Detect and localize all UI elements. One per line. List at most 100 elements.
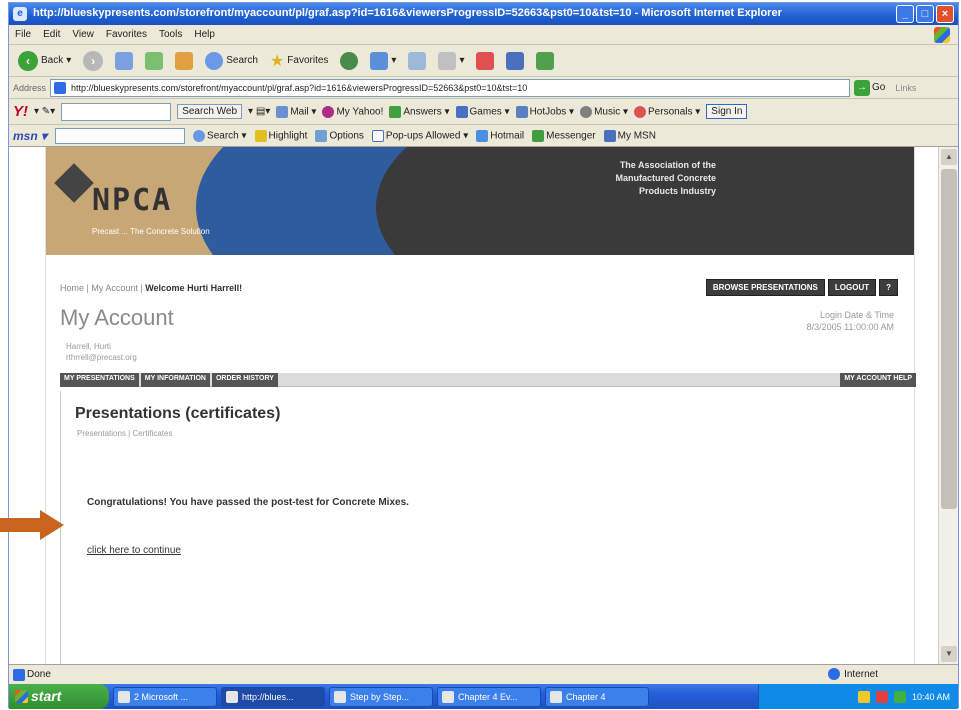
presentations-panel: Presentations (certificates) Presentatio… xyxy=(60,391,916,664)
yahoo-games[interactable]: Games ▾ xyxy=(455,105,510,118)
menu-bar: File Edit View Favorites Tools Help xyxy=(9,25,958,45)
page-icon xyxy=(54,81,67,94)
scroll-thumb[interactable] xyxy=(941,169,957,509)
yahoo-music[interactable]: Music ▾ xyxy=(580,105,628,118)
yahoo-dropdown-icon[interactable]: ▾ ✎▾ xyxy=(34,106,55,117)
yahoo-toolbar: Y! ▾ ✎▾ Search Web ▾ ▤▾ Mail ▾ My Yahoo!… xyxy=(9,99,958,125)
task-chapter-4-ev[interactable]: Chapter 4 Ev... xyxy=(437,686,541,707)
popup-icon xyxy=(371,129,384,142)
ie-window: e http://blueskypresents.com/storefront/… xyxy=(8,2,959,709)
title-bar[interactable]: e http://blueskypresents.com/storefront/… xyxy=(9,3,958,25)
panel-subnav[interactable]: Presentations | Certificates xyxy=(77,429,172,438)
go-button[interactable]: → Go xyxy=(854,79,885,96)
stop-button[interactable] xyxy=(112,49,136,73)
msn-hotmail[interactable]: Hotmail xyxy=(476,129,524,142)
tab-my-information[interactable]: MY INFORMATION xyxy=(140,373,210,387)
scroll-down-icon[interactable]: ▼ xyxy=(941,646,957,662)
task-chapter-4[interactable]: Chapter 4 xyxy=(545,686,649,707)
tray-icon[interactable] xyxy=(875,690,888,703)
yahoo-search-input[interactable] xyxy=(61,102,172,121)
home-button[interactable] xyxy=(172,49,196,73)
task-step-by-step[interactable]: Step by Step... xyxy=(329,686,433,707)
refresh-icon xyxy=(145,51,164,70)
edit-icon xyxy=(476,51,495,70)
messenger-icon xyxy=(536,51,555,70)
yahoo-answers[interactable]: Answers ▾ xyxy=(389,105,450,118)
yahoo-search-button[interactable]: Search Web xyxy=(177,104,243,119)
continue-link[interactable]: click here to continue xyxy=(87,545,181,556)
yahoo-mail[interactable]: Mail ▾ xyxy=(276,105,316,118)
msn-search-input[interactable] xyxy=(55,127,186,144)
panel-heading: Presentations (certificates) xyxy=(75,405,281,422)
start-button[interactable]: start xyxy=(9,684,109,709)
forward-button[interactable]: › xyxy=(80,49,106,73)
npca-logo[interactable]: NPCA xyxy=(92,183,172,218)
security-zone: Internet xyxy=(844,668,878,680)
music-icon xyxy=(580,105,593,118)
forward-arrow-icon: › xyxy=(83,50,104,71)
welcome-text: Welcome Hurti Harrell! xyxy=(145,283,243,293)
links-label[interactable]: Links xyxy=(895,83,916,93)
menu-tools[interactable]: Tools xyxy=(159,29,182,40)
back-button[interactable]: ‹ Back ▾ xyxy=(15,49,74,73)
banner-association-text: The Association of the Manufactured Conc… xyxy=(615,160,716,196)
favorites-button[interactable]: ★ Favorites xyxy=(267,49,331,73)
help-icon[interactable]: ? xyxy=(879,279,898,296)
logout-button[interactable]: LOGOUT xyxy=(827,279,877,296)
menu-help[interactable]: Help xyxy=(194,29,215,40)
menu-file[interactable]: File xyxy=(15,29,31,40)
history-button[interactable]: ▾ xyxy=(367,49,399,73)
yahoo-logo-icon[interactable]: Y! xyxy=(13,103,28,120)
highlight-icon xyxy=(254,129,267,142)
mail-button[interactable] xyxy=(405,49,429,73)
minimize-button[interactable]: _ xyxy=(896,5,914,23)
search-button[interactable]: Search xyxy=(202,49,261,73)
tray-icon[interactable] xyxy=(893,690,906,703)
breadcrumb: Home | My Account | Welcome Hurti Harrel… xyxy=(60,283,243,293)
msn-popups[interactable]: Pop-ups Allowed ▾ xyxy=(371,129,468,142)
hotmail-icon xyxy=(476,129,489,142)
print-button[interactable]: ▾ xyxy=(435,49,467,73)
msn-my-msn[interactable]: My MSN xyxy=(603,129,656,142)
browse-presentations-button[interactable]: BROWSE PRESENTATIONS xyxy=(705,279,825,296)
msn-highlight[interactable]: Highlight xyxy=(254,129,307,142)
task-microsoft[interactable]: 2 Microsoft ... xyxy=(113,686,217,707)
print-icon xyxy=(438,51,457,70)
media-icon xyxy=(340,51,359,70)
vertical-scrollbar[interactable]: ▲ ▼ xyxy=(938,147,958,664)
msn-messenger[interactable]: Messenger xyxy=(532,129,596,142)
tab-my-presentations[interactable]: MY PRESENTATIONS xyxy=(60,373,139,387)
msn-search[interactable]: Search ▾ xyxy=(193,129,247,142)
menu-favorites[interactable]: Favorites xyxy=(106,29,147,40)
yahoo-my-yahoo[interactable]: My Yahoo! xyxy=(322,105,383,118)
tray-icon[interactable] xyxy=(857,690,870,703)
window-title: http://blueskypresents.com/storefront/my… xyxy=(33,7,782,19)
standard-toolbar: ‹ Back ▾ › Search ★ Favorites ▾ ▾ xyxy=(9,45,958,77)
edit-button[interactable] xyxy=(473,49,497,73)
clock[interactable]: 10:40 AM xyxy=(912,692,950,702)
refresh-button[interactable] xyxy=(142,49,166,73)
options-icon xyxy=(315,129,328,142)
tab-order-history[interactable]: ORDER HISTORY xyxy=(211,373,278,387)
menu-edit[interactable]: Edit xyxy=(43,29,60,40)
menu-view[interactable]: View xyxy=(72,29,94,40)
address-input[interactable]: http://blueskypresents.com/storefront/my… xyxy=(50,78,851,97)
msn-logo-icon[interactable]: msn ▾ xyxy=(13,129,47,143)
yahoo-search-dropdown-icon[interactable]: ▾ ▤▾ xyxy=(248,106,270,117)
close-button[interactable]: × xyxy=(936,5,954,23)
msn-options[interactable]: Options xyxy=(315,129,364,142)
scroll-up-icon[interactable]: ▲ xyxy=(941,149,957,165)
yahoo-hotjobs[interactable]: HotJobs ▾ xyxy=(515,105,574,118)
msn-toolbar: msn ▾ Search ▾ Highlight Options Pop-ups… xyxy=(9,125,958,147)
banner-tagline: Precast ... The Concrete Solution xyxy=(92,227,210,236)
my-yahoo-icon xyxy=(322,105,335,118)
tab-account-help[interactable]: MY ACCOUNT HELP xyxy=(840,373,916,387)
yahoo-sign-in-button[interactable]: Sign In xyxy=(706,104,748,119)
maximize-button[interactable]: □ xyxy=(916,5,934,23)
discuss-button[interactable] xyxy=(503,49,527,73)
messenger-button[interactable] xyxy=(533,49,557,73)
task-browser[interactable]: http://blues... xyxy=(221,686,325,707)
yahoo-personals[interactable]: Personals ▾ xyxy=(634,105,700,118)
media-button[interactable] xyxy=(337,49,361,73)
mail-icon xyxy=(408,51,427,70)
